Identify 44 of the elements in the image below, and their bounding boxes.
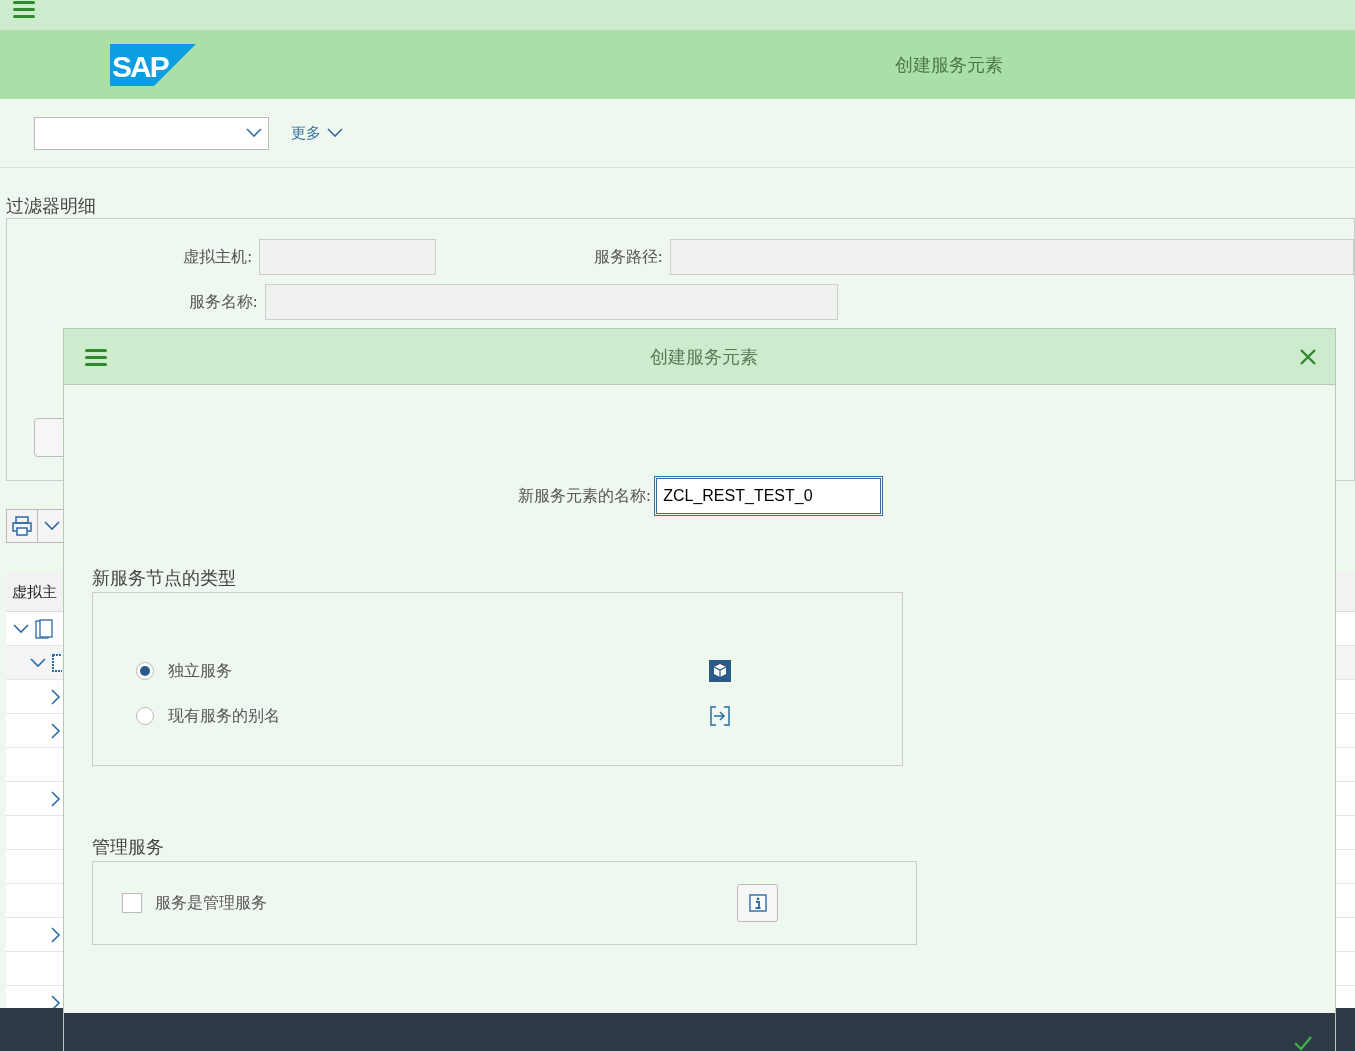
dropdown-field[interactable] bbox=[34, 116, 269, 150]
dropdown-button[interactable] bbox=[38, 509, 66, 543]
chevron-down-icon[interactable] bbox=[13, 623, 29, 634]
menu-icon[interactable] bbox=[85, 347, 107, 366]
input-field[interactable] bbox=[265, 284, 838, 320]
chevron-down-icon bbox=[43, 521, 60, 531]
input-field[interactable]: ZCL_REST_TEST_0 bbox=[656, 478, 882, 514]
chevron-right-icon[interactable] bbox=[51, 790, 61, 807]
radio-button[interactable] bbox=[136, 662, 154, 680]
check-icon[interactable] bbox=[1293, 1035, 1313, 1051]
menu-icon[interactable] bbox=[13, 0, 35, 18]
import-icon bbox=[709, 705, 731, 727]
checkbox[interactable] bbox=[122, 893, 142, 913]
chevron-down-icon[interactable] bbox=[30, 657, 46, 668]
info-icon bbox=[748, 894, 767, 912]
page-title: 创建服务元素 bbox=[895, 53, 1003, 77]
chevron-right-icon[interactable] bbox=[51, 722, 61, 739]
chevron-down-icon bbox=[246, 128, 262, 138]
info-button[interactable] bbox=[737, 884, 778, 922]
radio-label[interactable]: 现有服务的别名 bbox=[168, 705, 709, 727]
field-label: 服务路径: bbox=[592, 246, 664, 268]
field-label: 新服务元素的名称: bbox=[517, 485, 652, 507]
checkbox-label[interactable]: 服务是管理服务 bbox=[155, 892, 737, 914]
chevron-right-icon[interactable] bbox=[51, 688, 61, 705]
dialog-title: 创建服务元素 bbox=[649, 344, 758, 369]
close-icon[interactable] bbox=[1300, 348, 1316, 365]
chevron-right-icon[interactable] bbox=[51, 994, 61, 1011]
folder-icon bbox=[35, 618, 53, 639]
radio-button[interactable] bbox=[136, 707, 154, 725]
field-label: 服务名称: bbox=[187, 291, 259, 313]
chevron-down-icon bbox=[327, 128, 343, 138]
print-icon bbox=[11, 515, 33, 537]
more-button[interactable]: 更多 bbox=[291, 123, 343, 143]
cube-icon bbox=[709, 660, 731, 682]
logo-icon: SAP bbox=[110, 44, 196, 86]
group-title: 管理服务 bbox=[92, 835, 165, 859]
section-title: 过滤器明细 bbox=[6, 194, 97, 218]
field-label: 虚拟主机: bbox=[181, 246, 254, 268]
group-title: 新服务节点的类型 bbox=[92, 566, 237, 590]
input-field[interactable] bbox=[259, 239, 437, 275]
radio-label[interactable]: 独立服务 bbox=[168, 660, 709, 682]
print-button[interactable] bbox=[6, 509, 38, 543]
input-field[interactable] bbox=[669, 239, 1354, 275]
chevron-right-icon[interactable] bbox=[51, 926, 61, 943]
